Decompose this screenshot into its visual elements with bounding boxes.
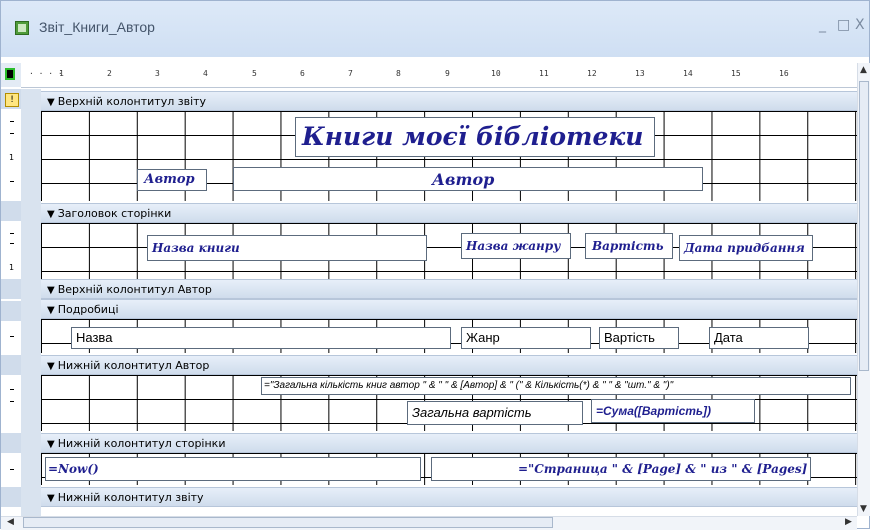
purchase-date-header[interactable]: Дата придбання (679, 235, 813, 261)
section-arrow-icon: ▼ (47, 285, 55, 296)
report-title-label[interactable]: Книги моєї бібліотеки (295, 117, 655, 157)
scroll-up-arrow-icon[interactable]: ▲ (860, 65, 867, 75)
genre-field[interactable]: Жанр (461, 327, 591, 349)
vertical-ruler: ! ! 1 1 (1, 89, 22, 516)
section-arrow-icon: ▼ (47, 209, 55, 220)
page-header-selector[interactable] (1, 201, 21, 221)
author-field-box[interactable]: Автор (233, 167, 703, 191)
ruler-tick: 8 (396, 69, 401, 78)
report-footer-selector[interactable] (1, 487, 21, 507)
book-name-header[interactable]: Назва книги (147, 235, 427, 261)
page-footer-selector[interactable] (1, 433, 21, 453)
warning-icon[interactable]: ! (5, 93, 19, 107)
section-arrow-icon: ▼ (47, 361, 55, 372)
ruler-tick: 3 (155, 69, 160, 78)
section-arrow-icon: ▼ (47, 439, 55, 450)
detail-selector[interactable] (1, 301, 21, 321)
author-field-value: Автор (432, 170, 495, 189)
section-label: Верхній колонтитул звіту (57, 95, 207, 108)
report-design-window: Звіт_Книги_Автор _ □ X · · · · 1 2 3 4 5… (0, 0, 870, 530)
horizontal-scroll-thumb[interactable] (23, 517, 553, 528)
total-price-expression[interactable]: =Сума([Вартість]) (591, 399, 755, 423)
section-report-footer[interactable]: ▼ Нижній колонтитул звіту (41, 487, 857, 507)
ruler-tick: 7 (348, 69, 353, 78)
section-report-header[interactable]: ▼ Верхній колонтитул звіту (41, 91, 857, 111)
ruler-tick: 4 (203, 69, 208, 78)
close-button[interactable]: X (855, 17, 865, 33)
name-field[interactable]: Назва (71, 327, 451, 349)
vruler-number: 1 (9, 153, 15, 162)
price-header[interactable]: Вартість (585, 233, 673, 259)
vruler-number: 1 (9, 263, 15, 272)
ruler-tick: 14 (683, 69, 693, 78)
ruler-tick: 11 (539, 69, 549, 78)
section-group-header[interactable]: ▼ Верхній колонтитул Автор (41, 279, 857, 299)
ruler-tick: 12 (587, 69, 597, 78)
section-arrow-icon: ▼ (47, 97, 55, 108)
report-selector-icon (5, 68, 15, 80)
ruler-tick: 1 (59, 69, 64, 78)
now-expression[interactable]: =Now() (45, 457, 421, 481)
section-arrow-icon: ▼ (47, 493, 55, 504)
section-page-footer[interactable]: ▼ Нижній колонтитул сторінки (41, 433, 857, 453)
ruler-tick: 15 (731, 69, 741, 78)
section-label: Нижній колонтитул Автор (57, 359, 210, 372)
price-field[interactable]: Вартість (599, 327, 679, 349)
ruler-tick: 2 (107, 69, 112, 78)
maximize-button[interactable]: □ (837, 17, 850, 33)
group-footer-selector[interactable] (1, 355, 21, 375)
ruler-tick: 6 (300, 69, 305, 78)
author-label[interactable]: Автор (137, 169, 207, 191)
section-label: Нижній колонтитул звіту (57, 491, 204, 504)
section-group-footer[interactable]: ▼ Нижній колонтитул Автор (41, 355, 857, 375)
report-design-canvas: ▼ Верхній колонтитул звіту Книги моєї біб… (21, 89, 857, 516)
scroll-right-arrow-icon[interactable]: ▶ (845, 517, 852, 527)
ruler-dots: · · · · (29, 69, 63, 78)
ruler-tick: 9 (445, 69, 450, 78)
ruler-tick: 10 (491, 69, 501, 78)
author-count-expression[interactable]: ="Загальна кількість книг автор " & " " … (261, 377, 851, 395)
section-arrow-icon: ▼ (47, 305, 55, 316)
scroll-left-arrow-icon[interactable]: ◀ (7, 517, 14, 527)
horizontal-ruler: · · · · 1 2 3 4 5 6 7 8 9 10 11 12 13 14… (21, 63, 857, 88)
window-title: Звіт_Книги_Автор (39, 19, 155, 35)
report-selector[interactable] (1, 63, 21, 87)
ruler-tick: 16 (779, 69, 789, 78)
scroll-down-arrow-icon[interactable]: ▼ (860, 504, 867, 514)
vertical-scroll-thumb[interactable] (859, 81, 869, 371)
page-number-expression[interactable]: ="Страница " & [Page] & " из " & [Pages] (431, 457, 811, 481)
section-label: Нижній колонтитул сторінки (57, 437, 226, 450)
group-header-selector[interactable] (1, 279, 21, 299)
total-price-label[interactable]: Загальна вартість (407, 401, 583, 425)
genre-header[interactable]: Назва жанру (461, 233, 571, 259)
section-label: Верхній колонтитул Автор (57, 283, 212, 296)
band-strip (21, 89, 41, 516)
section-label: Подробиці (57, 303, 119, 316)
date-field[interactable]: Дата (709, 327, 809, 349)
section-page-header[interactable]: ▼ Заголовок сторінки (41, 203, 857, 223)
ruler-tick: 5 (252, 69, 257, 78)
section-detail[interactable]: ▼ Подробиці (41, 299, 857, 319)
report-icon (15, 21, 29, 35)
minimize-button[interactable]: _ (819, 17, 826, 33)
title-bar: Звіт_Книги_Автор _ □ X (1, 1, 869, 57)
section-label: Заголовок сторінки (57, 207, 172, 220)
ruler-tick: 13 (635, 69, 645, 78)
